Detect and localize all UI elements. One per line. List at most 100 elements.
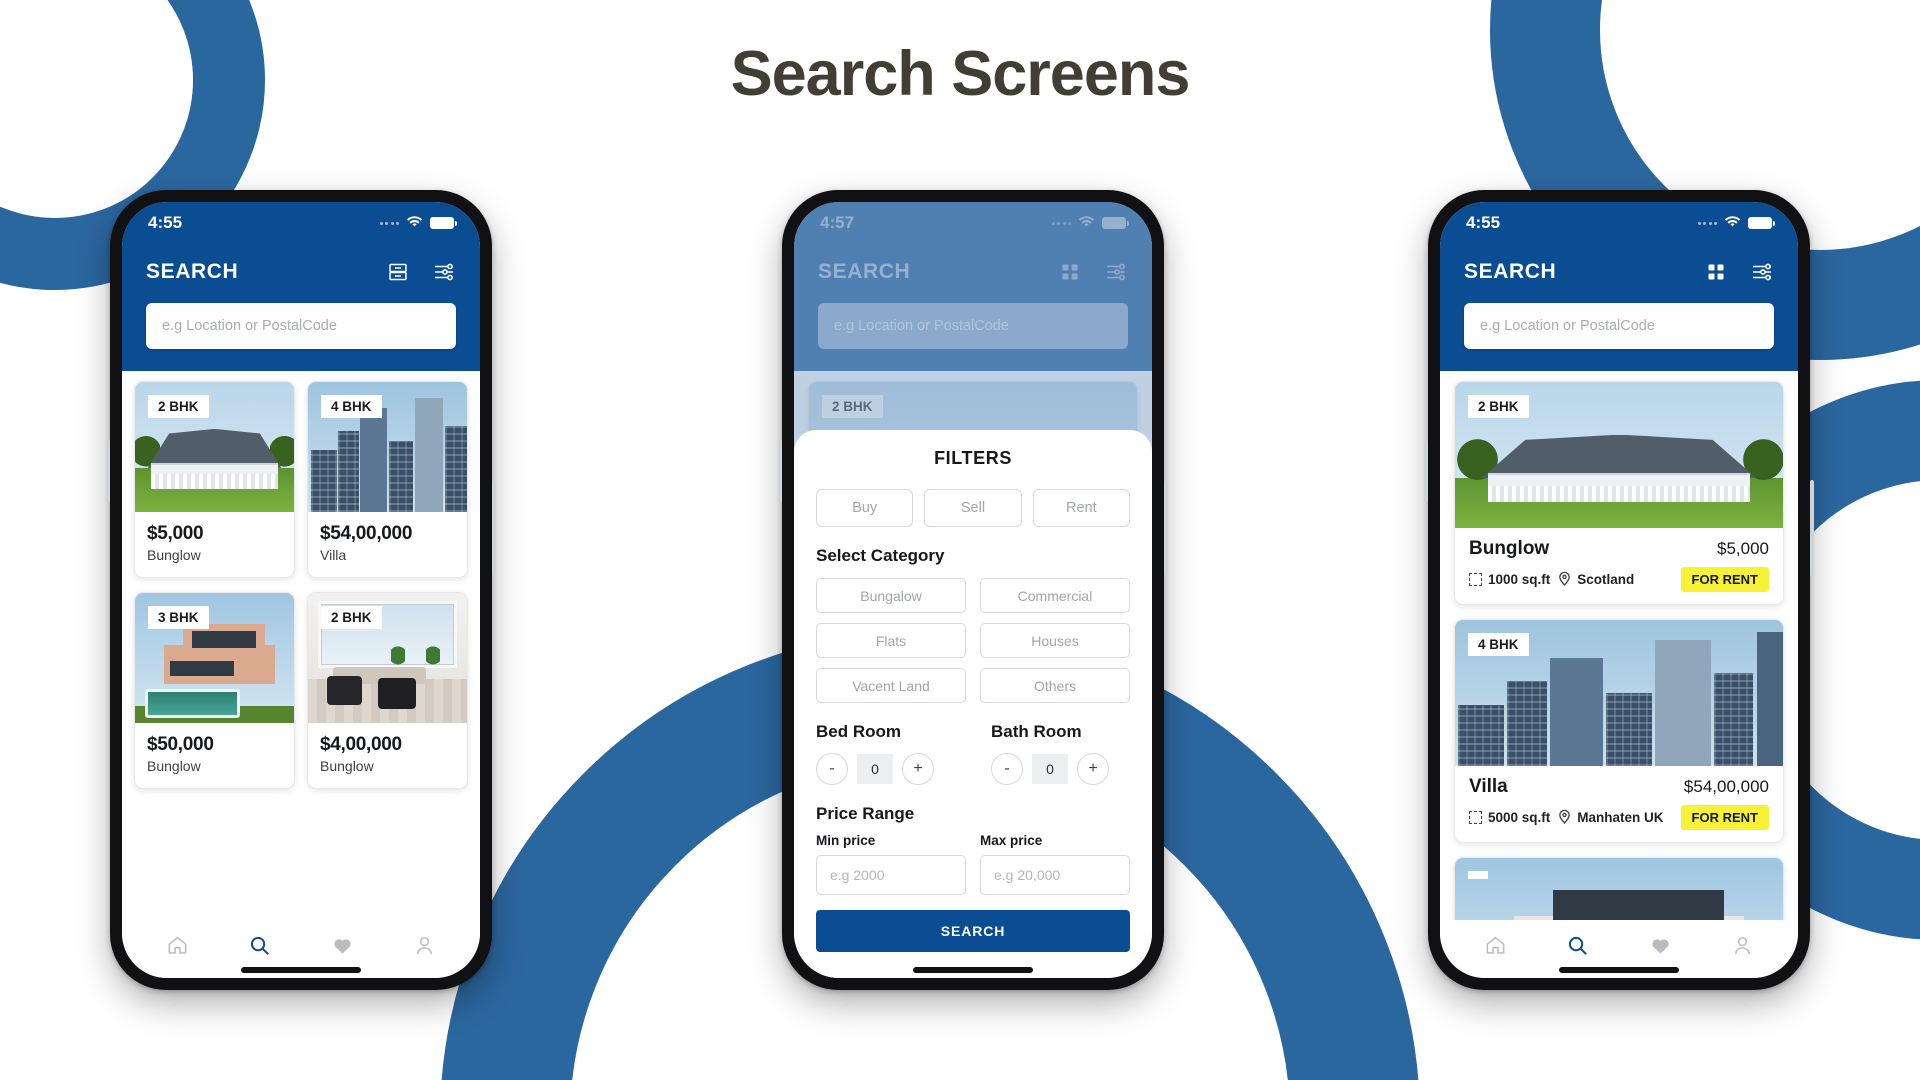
deal-type-rent[interactable]: Rent [1032, 489, 1130, 527]
home-indicator [913, 967, 1033, 973]
property-photo: 2 BHK [1455, 382, 1783, 528]
filters-sheet: FILTERS Buy Sell Rent Select Category Bu… [794, 430, 1152, 978]
property-location: Manhaten UK [1558, 809, 1664, 827]
results-scroll-area[interactable]: 2 BHK Bunglow $5,000 1000 sq.ft Scotland… [1440, 371, 1798, 920]
status-badge: FOR RENT [1680, 567, 1769, 592]
bhk-badge: 2 BHK [1468, 395, 1529, 418]
phone-power-button [1164, 480, 1168, 576]
person-icon[interactable] [413, 934, 436, 957]
bathroom-control: Bath Room - 0 + [991, 722, 1130, 785]
property-type: Bunglow [320, 758, 374, 774]
search-icon[interactable] [1566, 934, 1589, 957]
property-card[interactable]: 3 BHK $50,000 Bunglow [134, 592, 295, 789]
page-title: Search Screens [730, 39, 1191, 109]
bedroom-value[interactable]: 0 [857, 754, 893, 784]
header-title-row: SEARCH [122, 244, 480, 299]
bathroom-stepper: - 0 + [991, 753, 1130, 785]
home-indicator [1559, 967, 1679, 973]
grid-view-icon[interactable] [1704, 260, 1728, 284]
rooms-row: Bed Room - 0 + Bath Room - 0 + [816, 722, 1130, 785]
phone-power-button [492, 480, 496, 576]
max-price-label: Max price [980, 833, 1043, 848]
filter-sliders-icon[interactable] [432, 260, 456, 284]
bhk-badge [1468, 871, 1488, 879]
bedroom-label: Bed Room [816, 722, 901, 741]
search-submit-button[interactable]: SEARCH [816, 910, 1130, 952]
person-icon[interactable] [1731, 934, 1754, 957]
search-input[interactable]: e.g Location or PostalCode [146, 303, 456, 349]
bhk-badge: 3 BHK [148, 606, 209, 629]
phone-mockup-list-results: 4:55 SEARCH e.g Location or PostalCode 2… [1424, 190, 1814, 990]
property-photo: 4 BHK [1455, 620, 1783, 766]
property-price: $54,00,000 [320, 523, 413, 544]
battery-icon [430, 217, 457, 229]
filter-sliders-icon[interactable] [1750, 260, 1774, 284]
min-price-input[interactable]: e.g 2000 [816, 855, 966, 895]
property-card[interactable]: 2 BHK $5,000 Bunglow [134, 381, 295, 578]
bathroom-label: Bath Room [991, 722, 1082, 741]
status-time: 4:55 [1466, 213, 1501, 232]
wifi-icon [406, 213, 423, 233]
property-name: Bunglow [1469, 538, 1550, 559]
signal-dots-icon [379, 221, 399, 225]
bhk-badge: 2 BHK [321, 606, 382, 629]
bedroom-increment[interactable]: + [902, 753, 934, 785]
property-grid: 2 BHK $5,000 Bunglow 4 BHK $54,00,000 Vi… [122, 371, 480, 789]
phone-mockup-grid-results: 4:55 SEARCH e.g Location or PostalCode 2… [106, 190, 496, 990]
wifi-icon [1724, 213, 1741, 233]
property-price: $50,000 [147, 734, 214, 755]
deal-type-sell[interactable]: Sell [924, 489, 1022, 527]
results-scroll-area[interactable]: 2 BHK $5,000 Bunglow 4 BHK $54,00,000 Vi… [122, 371, 480, 920]
list-view-icon[interactable] [386, 260, 410, 284]
property-card[interactable]: 2 BHK $4,00,000 Bunglow [307, 592, 468, 789]
location-pin-icon [1558, 809, 1571, 827]
bathroom-increment[interactable]: + [1077, 753, 1109, 785]
app-screen-filters: 4:57 SEARCH [794, 202, 1152, 978]
page-heading: SEARCH [1464, 259, 1557, 283]
category-houses[interactable]: Houses [980, 623, 1130, 658]
property-area: 5000 sq.ft [1469, 810, 1550, 825]
status-time: 4:55 [148, 213, 183, 232]
home-icon[interactable] [1484, 934, 1507, 957]
bedroom-decrement[interactable]: - [816, 753, 848, 785]
bathroom-value[interactable]: 0 [1032, 754, 1068, 784]
property-price: $5,000 [1717, 539, 1769, 558]
property-card[interactable]: 2 BHK Bunglow $5,000 1000 sq.ft Scotland… [1454, 381, 1784, 605]
property-photo: 3 BHK [135, 593, 294, 723]
bathroom-decrement[interactable]: - [991, 753, 1023, 785]
search-input[interactable]: e.g Location or PostalCode [1464, 303, 1774, 349]
bedroom-stepper: - 0 + [816, 753, 955, 785]
search-icon[interactable] [248, 934, 271, 957]
deal-type-group: Buy Sell Rent [816, 489, 1130, 527]
heart-icon[interactable] [1649, 934, 1672, 957]
category-flats[interactable]: Flats [816, 623, 966, 658]
category-vacent-land[interactable]: Vacent Land [816, 668, 966, 703]
property-name: Villa [1469, 776, 1508, 797]
signal-dots-icon [1697, 221, 1717, 225]
min-price-label: Min price [816, 833, 876, 848]
home-icon[interactable] [166, 934, 189, 957]
price-range-label: Price Range [816, 804, 915, 823]
category-others[interactable]: Others [980, 668, 1130, 703]
bedroom-control: Bed Room - 0 + [816, 722, 955, 785]
bhk-badge: 2 BHK [148, 395, 209, 418]
property-location: Scotland [1558, 571, 1634, 589]
property-card[interactable]: 4 BHK Villa $54,00,000 5000 sq.ft Manhat… [1454, 619, 1784, 843]
category-commercial[interactable]: Commercial [980, 578, 1130, 613]
category-bungalow[interactable]: Bungalow [816, 578, 966, 613]
property-list: 2 BHK Bunglow $5,000 1000 sq.ft Scotland… [1440, 371, 1798, 920]
heart-icon[interactable] [331, 934, 354, 957]
location-pin-icon [1558, 571, 1571, 589]
bhk-badge: 4 BHK [321, 395, 382, 418]
app-header: 4:55 SEARCH e.g Location or PostalCode [1440, 202, 1798, 371]
property-card[interactable]: 4 BHK $54,00,000 Villa [307, 381, 468, 578]
property-card-partial[interactable] [1454, 857, 1784, 920]
area-icon [1469, 811, 1482, 824]
price-range-row: Min price e.g 2000 Max price e.g 20,000 [816, 833, 1130, 895]
property-price: $5,000 [147, 523, 204, 544]
app-header: 4:55 SEARCH e.g Location or PostalCode [122, 202, 480, 371]
phone-power-button [1810, 480, 1814, 576]
app-screen-list: 4:55 SEARCH e.g Location or PostalCode 2… [1440, 202, 1798, 978]
deal-type-buy[interactable]: Buy [816, 489, 914, 527]
max-price-input[interactable]: e.g 20,000 [980, 855, 1130, 895]
